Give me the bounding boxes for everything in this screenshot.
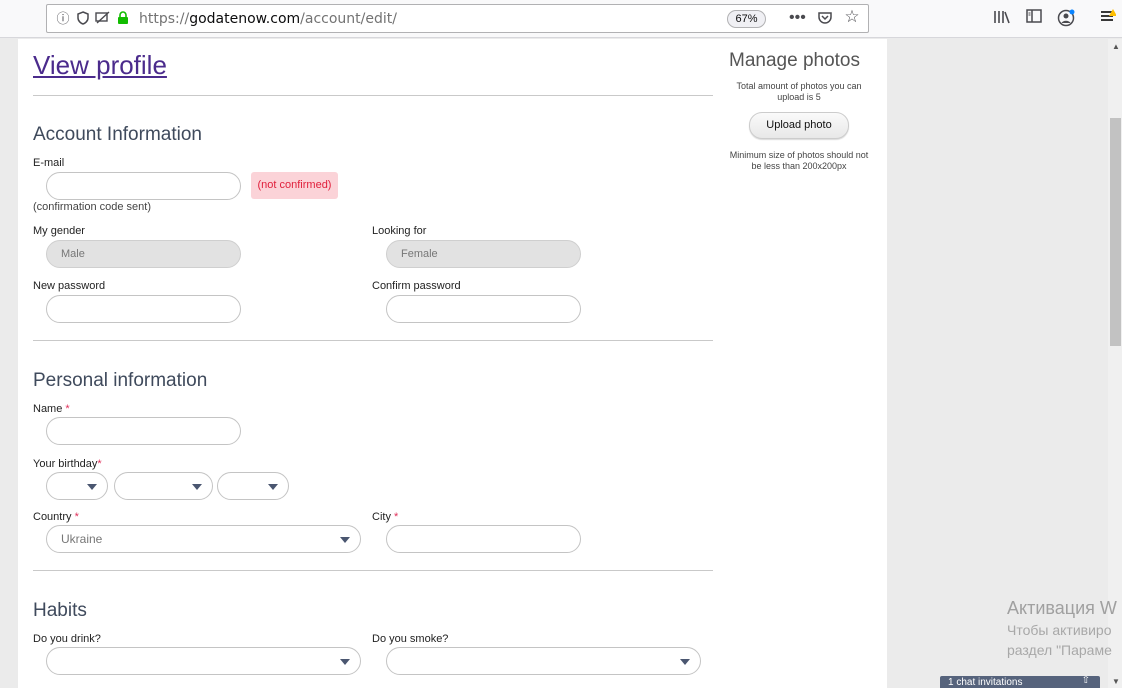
upload-photo-button[interactable]: Upload photo [749, 112, 849, 139]
confirm-password-field[interactable] [386, 295, 581, 323]
info-icon[interactable]: ⓘ [55, 11, 71, 27]
looking-for-field: Female [386, 240, 581, 268]
new-password-field[interactable] [46, 295, 241, 323]
personal-section-title: Personal information [33, 370, 208, 391]
not-confirmed-badge: (not confirmed) [251, 172, 338, 199]
birthday-day-select[interactable] [46, 472, 108, 500]
habits-section-title: Habits [33, 600, 87, 621]
manage-photos-title: Manage photos [729, 50, 860, 71]
birthday-year-select[interactable] [217, 472, 289, 500]
pocket-icon[interactable] [817, 11, 833, 27]
name-label: Name * [33, 403, 70, 415]
library-icon[interactable] [992, 9, 1012, 29]
chevron-down-icon [268, 484, 278, 490]
account-icon[interactable] [1056, 9, 1076, 29]
smoke-select[interactable] [386, 647, 701, 675]
chevron-down-icon [87, 484, 97, 490]
view-profile-link[interactable]: View profile [33, 50, 167, 80]
photo-size-note: Minimum size of photos should not be les… [729, 150, 869, 171]
city-label: City * [372, 511, 399, 523]
divider [33, 340, 713, 341]
photo-limit-text: Total amount of photos you can upload is… [736, 81, 862, 102]
divider [33, 95, 713, 96]
confirmation-note: (confirmation code sent) [33, 201, 151, 213]
scroll-up-arrow-icon[interactable]: ▲ [1112, 42, 1120, 51]
looking-for-label: Looking for [372, 225, 427, 237]
chevron-down-icon [192, 484, 202, 490]
sidebar-icon[interactable] [1024, 9, 1044, 29]
gender-field: Male [46, 240, 241, 268]
activation-watermark-title: Активация W [1007, 598, 1117, 618]
new-password-label: New password [33, 280, 106, 292]
country-label: Country * [33, 511, 79, 523]
chevron-down-icon [340, 537, 350, 543]
confirm-password-label: Confirm password [372, 280, 461, 292]
browser-toolbar: ⓘ https://godatenow.com/account/edit/ 67… [0, 0, 1122, 38]
zoom-level-badge[interactable]: 67% [727, 10, 766, 28]
scrollbar-thumb[interactable] [1110, 118, 1121, 346]
scroll-down-arrow-icon[interactable]: ▼ [1112, 677, 1120, 686]
country-select[interactable]: Ukraine [46, 525, 361, 553]
lock-icon[interactable] [115, 11, 131, 27]
chevron-down-icon [680, 659, 690, 665]
drink-label: Do you drink? [33, 633, 101, 645]
chevron-down-icon [340, 659, 350, 665]
birthday-month-select[interactable] [114, 472, 213, 500]
more-icon[interactable]: ••• [789, 10, 806, 26]
bookmark-star-icon[interactable]: ☆ [844, 8, 860, 25]
city-field[interactable] [386, 525, 581, 553]
menu-icon[interactable] [1098, 9, 1118, 29]
drink-select[interactable] [46, 647, 361, 675]
gender-label: My gender [33, 225, 85, 237]
permissions-icon[interactable] [95, 11, 111, 27]
birthday-label: Your birthday* [33, 458, 102, 470]
email-field[interactable] [46, 172, 241, 200]
smoke-label: Do you smoke? [372, 633, 449, 645]
email-label: E-mail [33, 157, 65, 169]
url-text[interactable]: https://godatenow.com/account/edit/ [139, 11, 397, 27]
activation-watermark-line1: Чтобы активиро [1007, 622, 1112, 638]
account-section-title: Account Information [33, 124, 202, 145]
activation-watermark-line2: раздел "Параме [1007, 642, 1112, 658]
url-bar[interactable]: ⓘ https://godatenow.com/account/edit/ 67… [46, 4, 869, 33]
chat-invitations-bar[interactable]: 1 chat invitations ⇧ [940, 676, 1100, 688]
divider [33, 570, 713, 571]
shield-icon[interactable] [75, 11, 91, 27]
expand-icon[interactable]: ⇧ [1082, 676, 1090, 688]
name-field[interactable] [46, 417, 241, 445]
